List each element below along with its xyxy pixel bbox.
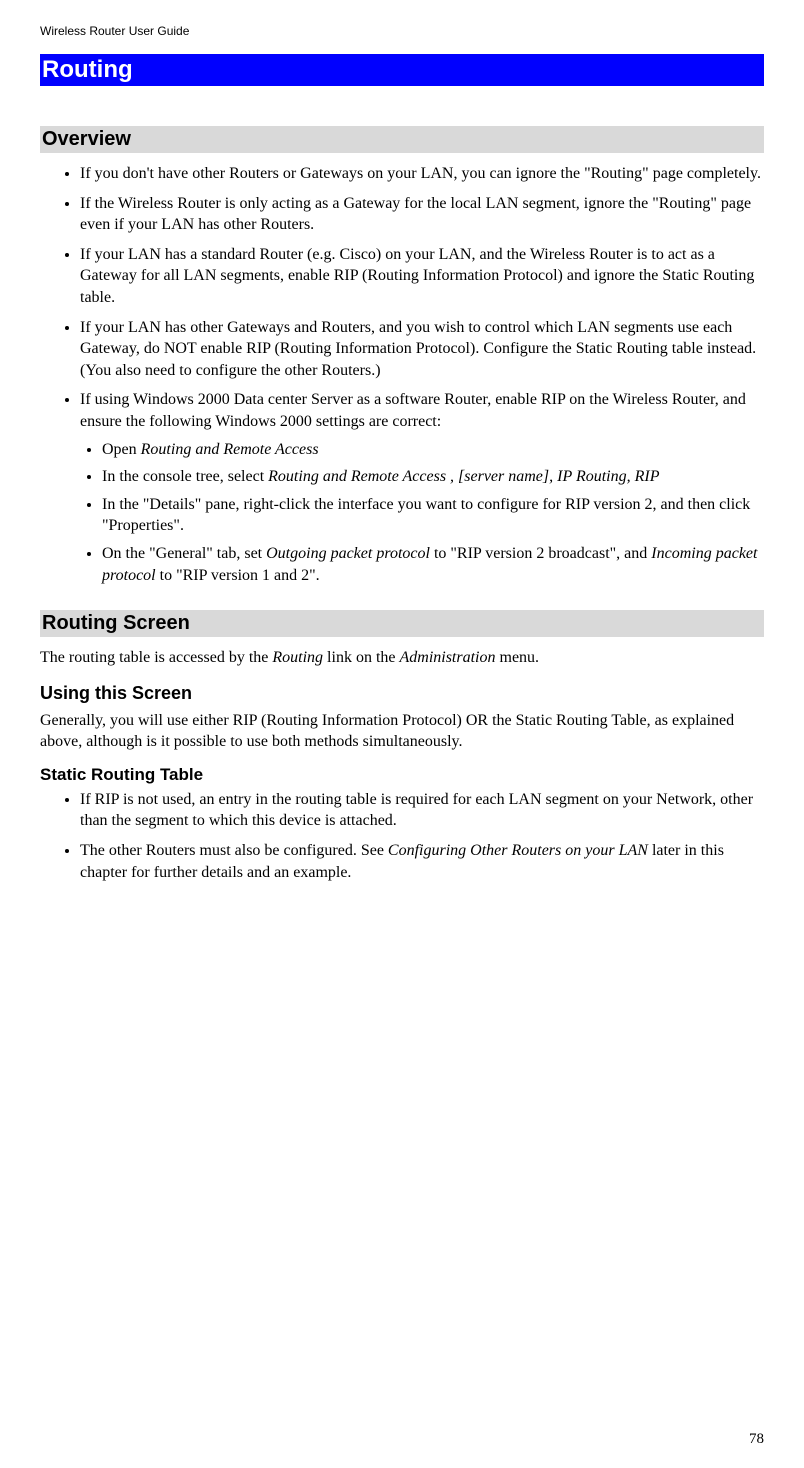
text-italic: Configuring Other Routers on your LAN <box>388 842 648 859</box>
text-italic: Routing and Remote Access , [server name… <box>268 468 659 485</box>
text: On the "General" tab, set <box>102 545 266 562</box>
inner-item: On the "General" tab, set Outgoing packe… <box>102 543 764 586</box>
overview-list: If you don't have other Routers or Gatew… <box>40 163 764 586</box>
text: menu. <box>496 649 540 666</box>
overview-item: If your LAN has other Gateways and Route… <box>80 317 764 382</box>
page-number: 78 <box>749 1431 764 1448</box>
section-overview-heading: Overview <box>40 126 764 153</box>
section-routing-screen-heading: Routing Screen <box>40 610 764 637</box>
overview-item: If using Windows 2000 Data center Server… <box>80 389 764 586</box>
text: In the console tree, select <box>102 468 268 485</box>
text: The other Routers must also be configure… <box>80 842 388 859</box>
static-item: If RIP is not used, an entry in the rout… <box>80 789 764 832</box>
text-italic: Routing <box>272 649 323 666</box>
overview-item-text: If using Windows 2000 Data center Server… <box>80 391 746 430</box>
using-this-screen-heading: Using this Screen <box>40 683 764 704</box>
banner-routing: Routing <box>40 54 764 86</box>
static-list: If RIP is not used, an entry in the rout… <box>40 789 764 883</box>
text: to "RIP version 2 broadcast", and <box>430 545 651 562</box>
using-this-screen-body: Generally, you will use either RIP (Rout… <box>40 710 764 753</box>
text: The routing table is accessed by the <box>40 649 272 666</box>
inner-item: Open Routing and Remote Access <box>102 439 764 461</box>
overview-item: If your LAN has a standard Router (e.g. … <box>80 244 764 309</box>
text: link on the <box>323 649 399 666</box>
static-routing-heading: Static Routing Table <box>40 765 764 785</box>
text-italic: Outgoing packet protocol <box>266 545 430 562</box>
inner-item: In the console tree, select Routing and … <box>102 466 764 488</box>
doc-header: Wireless Router User Guide <box>40 24 764 38</box>
text-italic: Routing and Remote Access <box>141 441 319 458</box>
text: Open <box>102 441 141 458</box>
overview-item: If the Wireless Router is only acting as… <box>80 193 764 236</box>
inner-item: In the "Details" pane, right-click the i… <box>102 494 764 537</box>
static-item: The other Routers must also be configure… <box>80 840 764 883</box>
overview-item: If you don't have other Routers or Gatew… <box>80 163 764 185</box>
text-italic: Administration <box>399 649 495 666</box>
routing-screen-intro: The routing table is accessed by the Rou… <box>40 647 764 669</box>
text: to "RIP version 1 and 2". <box>156 567 320 584</box>
overview-inner-list: Open Routing and Remote Access In the co… <box>80 439 764 587</box>
